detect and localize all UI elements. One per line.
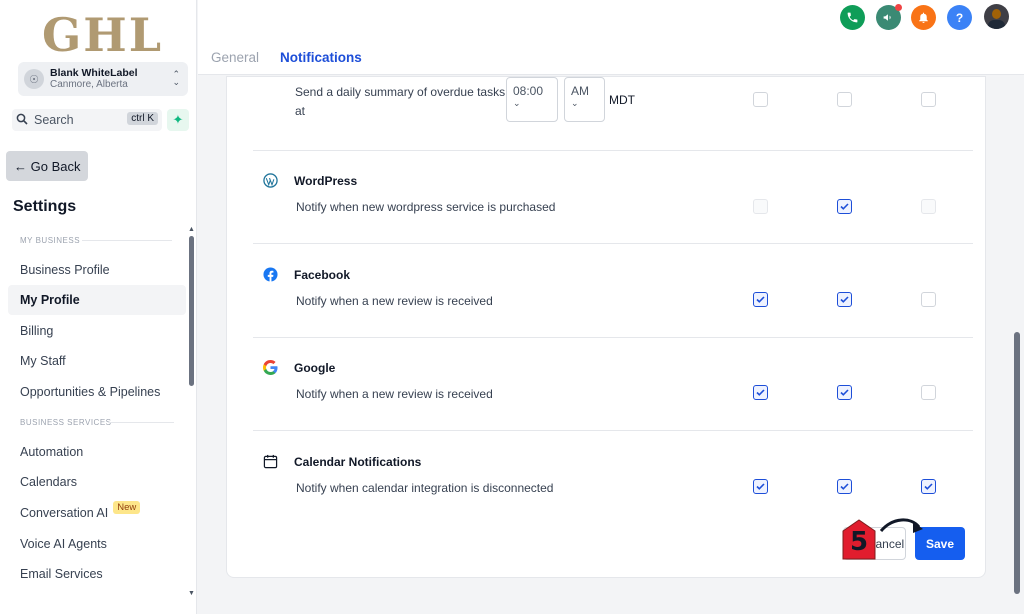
- brand-logo[interactable]: GHL: [42, 8, 163, 62]
- hour-select[interactable]: 08:00 ⌄: [506, 77, 558, 122]
- wordpress-checkbox-3[interactable]: [921, 199, 936, 214]
- calendar-checkbox-1[interactable]: [753, 479, 768, 494]
- new-badge: New: [113, 500, 141, 514]
- sidebar-item-my-staff[interactable]: My Staff: [8, 346, 186, 376]
- row-divider: [253, 430, 973, 431]
- row-title-facebook: Facebook: [294, 268, 351, 282]
- summary-text: Send a daily summary of overdue tasks at: [295, 83, 505, 121]
- sidebar-scrollbar[interactable]: [189, 236, 194, 386]
- calendar-checkbox-3[interactable]: [921, 479, 936, 494]
- megaphone-icon[interactable]: [876, 4, 902, 30]
- sidebar-item-opportunities[interactable]: Opportunities & Pipelines: [8, 377, 186, 407]
- go-back-button[interactable]: ← Go Back: [6, 151, 88, 181]
- account-switcher[interactable]: ☉ Blank WhiteLabel Canmore, Alberta ⌃ ⌄: [18, 62, 188, 96]
- summary-checkbox-1[interactable]: [753, 92, 768, 107]
- sidebar-item-label: Conversation AI: [20, 506, 109, 520]
- main-scrollbar[interactable]: [1014, 332, 1020, 594]
- row-desc-calendar: Notify when calendar integration is disc…: [296, 481, 554, 495]
- scroll-down-icon[interactable]: ▼: [188, 590, 195, 597]
- facebook-checkbox-2[interactable]: [837, 292, 852, 307]
- account-location: Canmore, Alberta: [50, 79, 128, 90]
- location-icon: ☉: [24, 69, 44, 89]
- row-title-calendar: Calendar Notifications: [294, 455, 422, 469]
- calendar-icon: [263, 454, 278, 469]
- phone-icon[interactable]: [840, 5, 865, 30]
- summary-line-1: Send a daily summary of overdue tasks: [295, 85, 506, 99]
- help-icon[interactable]: ?: [947, 5, 972, 30]
- sidebar-item-calendars[interactable]: Calendars: [8, 467, 186, 497]
- search-box[interactable]: Search ctrl K: [12, 109, 162, 131]
- timezone-label: MDT: [609, 93, 635, 107]
- sidebar-item-conversation-ai[interactable]: Conversation AI New: [8, 498, 186, 528]
- summary-line-2: at: [295, 104, 306, 118]
- scroll-up-icon[interactable]: ▲: [188, 226, 195, 233]
- section-label: BUSINESS SERVICES: [20, 418, 112, 427]
- settings-title: Settings: [13, 198, 77, 215]
- user-avatar[interactable]: [984, 4, 1009, 29]
- row-desc-facebook: Notify when a new review is received: [296, 294, 493, 308]
- account-name: Blank WhiteLabel: [50, 67, 138, 79]
- google-checkbox-1[interactable]: [753, 385, 768, 400]
- chevron-down-icon: ⌄: [513, 98, 521, 108]
- row-divider: [253, 150, 973, 151]
- tab-general[interactable]: General: [211, 50, 259, 65]
- sidebar-item-business-profile[interactable]: Business Profile: [8, 255, 186, 285]
- facebook-icon: [263, 267, 278, 282]
- search-shortcut: ctrl K: [127, 112, 158, 125]
- summary-checkbox-2[interactable]: [837, 92, 852, 107]
- wordpress-checkbox-1[interactable]: [753, 199, 768, 214]
- notifications-card: Send a daily summary of overdue tasks at…: [226, 76, 986, 578]
- google-icon: [263, 360, 278, 375]
- row-title-wordpress: WordPress: [294, 174, 358, 188]
- hour-value: 08:00: [513, 84, 544, 98]
- sidebar-item-automation[interactable]: Automation: [8, 437, 186, 467]
- section-my-business: MY BUSINESS: [20, 236, 172, 245]
- ampm-value: AM: [571, 84, 589, 98]
- ampm-select[interactable]: AM ⌄: [564, 77, 605, 122]
- summary-checkbox-3[interactable]: [921, 92, 936, 107]
- sidebar-item-billing[interactable]: Billing: [8, 316, 186, 346]
- facebook-checkbox-1[interactable]: [753, 292, 768, 307]
- step-number: 5: [850, 527, 869, 557]
- wordpress-icon: [263, 173, 278, 188]
- step-marker: 5: [841, 517, 941, 566]
- sidebar-item-my-profile[interactable]: My Profile: [8, 285, 186, 315]
- row-desc-google: Notify when a new review is received: [296, 387, 493, 401]
- calendar-checkbox-2[interactable]: [837, 479, 852, 494]
- lightning-icon[interactable]: ✦: [167, 109, 189, 131]
- google-checkbox-2[interactable]: [837, 385, 852, 400]
- sidebar: GHL ☉ Blank WhiteLabel Canmore, Alberta …: [0, 0, 197, 614]
- wordpress-checkbox-2[interactable]: [837, 199, 852, 214]
- top-bar: General Notifications ?: [198, 0, 1024, 75]
- section-business-services: BUSINESS SERVICES: [20, 418, 174, 427]
- google-checkbox-3[interactable]: [921, 385, 936, 400]
- row-divider: [253, 337, 973, 338]
- row-title-google: Google: [294, 361, 336, 375]
- sidebar-item-voice-ai-agents[interactable]: Voice AI Agents: [8, 529, 186, 559]
- row-divider: [253, 243, 973, 244]
- notification-dot: [895, 4, 902, 11]
- section-label: MY BUSINESS: [20, 236, 81, 245]
- tab-notifications[interactable]: Notifications: [280, 50, 362, 65]
- sidebar-item-email-services[interactable]: Email Services: [8, 559, 186, 589]
- row-desc-wordpress: Notify when new wordpress service is pur…: [296, 200, 556, 214]
- chevron-updown-icon: ⌃ ⌄: [172, 69, 180, 87]
- chevron-down-icon: ⌄: [571, 98, 579, 108]
- search-label: Search: [34, 113, 74, 127]
- bell-icon[interactable]: [911, 5, 936, 30]
- facebook-checkbox-3[interactable]: [921, 292, 936, 307]
- search-icon: [16, 113, 28, 128]
